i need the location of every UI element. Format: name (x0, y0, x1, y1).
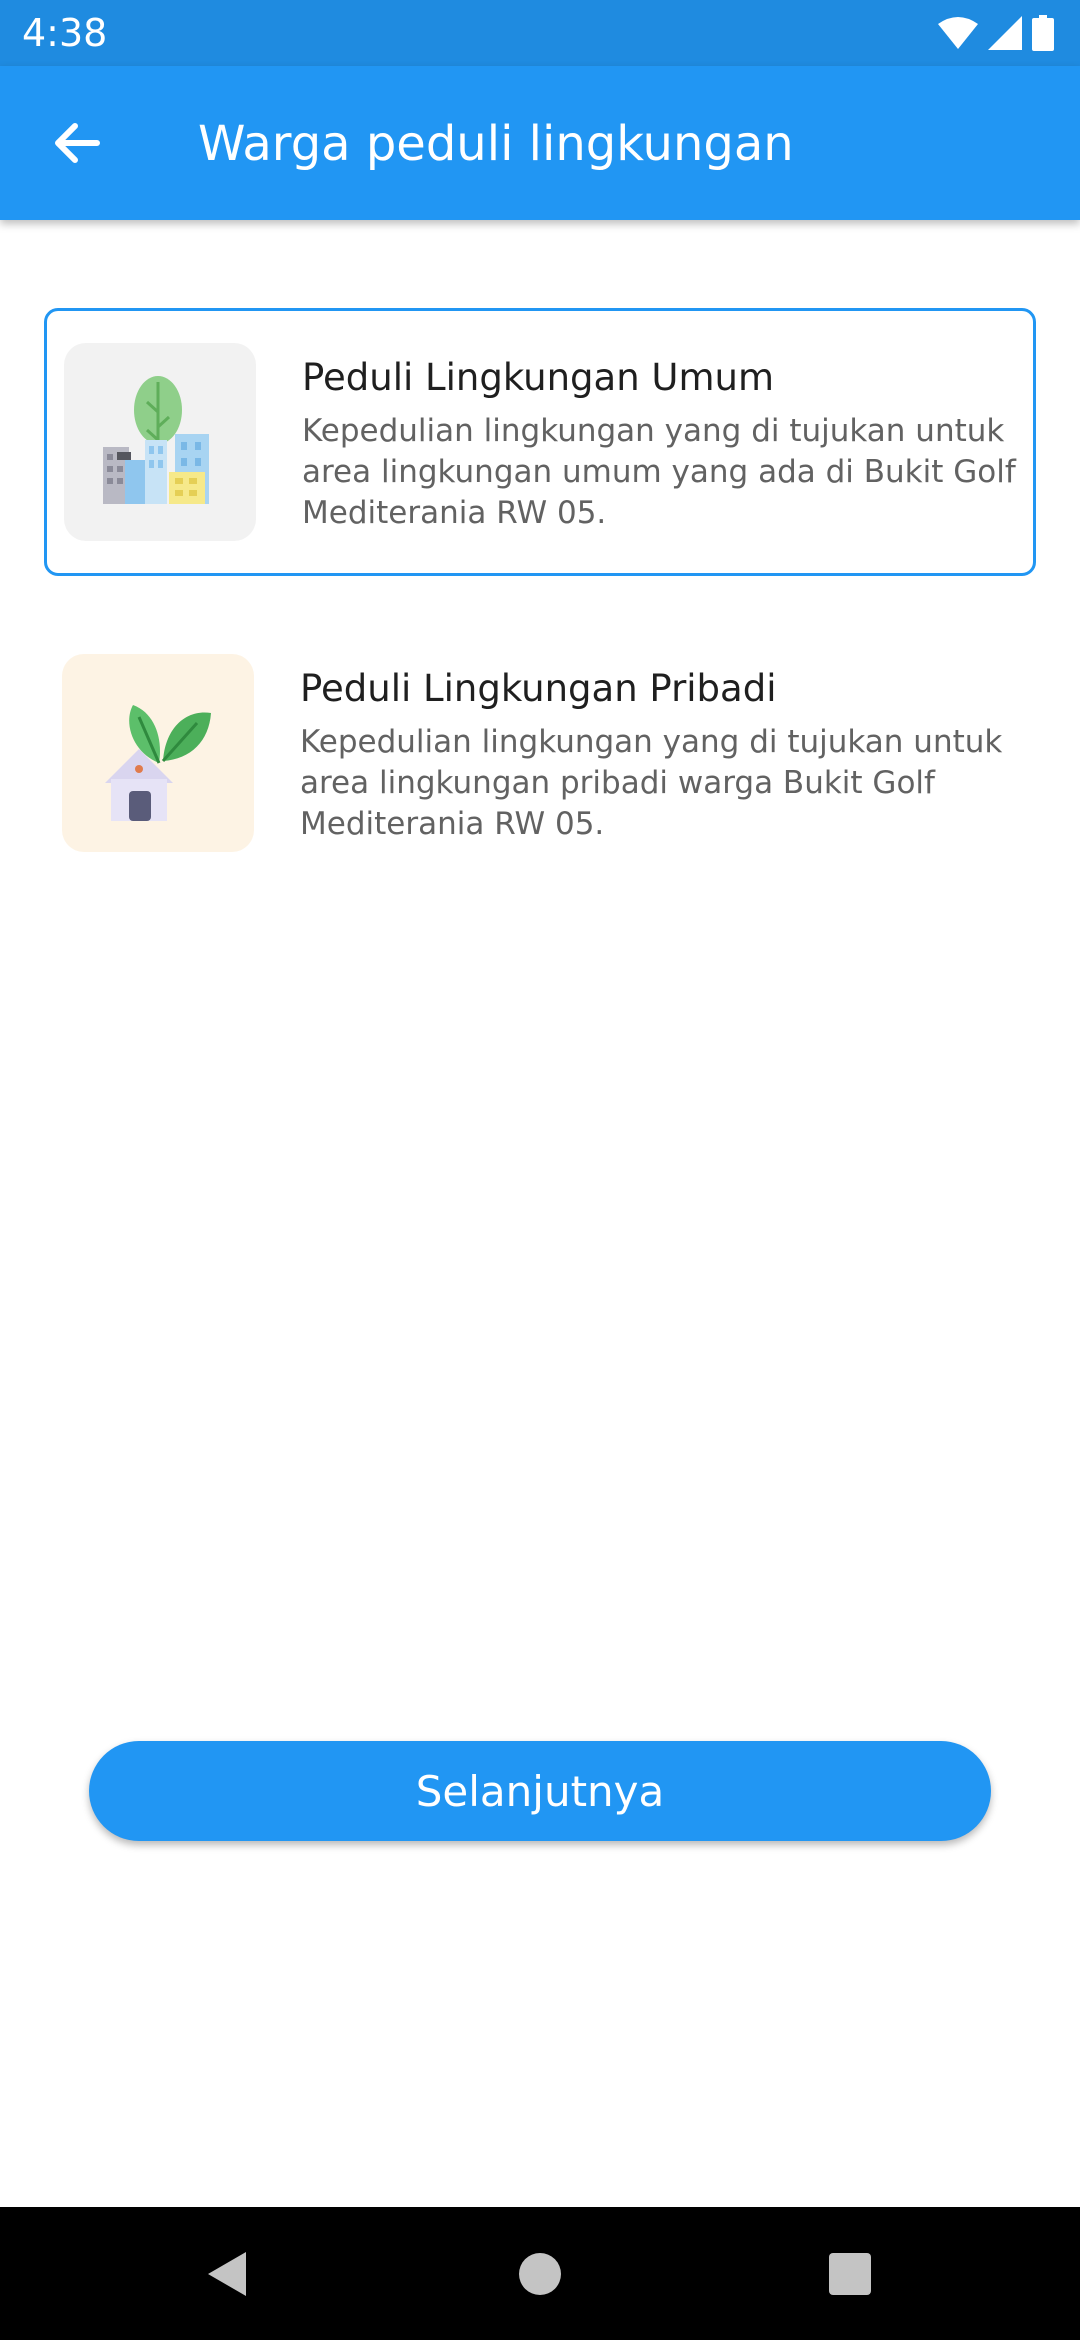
arrow-left-icon (55, 123, 100, 163)
option-card-umum[interactable]: Peduli Lingkungan Umum Kepedulian lingku… (44, 308, 1036, 576)
recents-square-icon (829, 2252, 871, 2295)
option-title: Peduli Lingkungan Pribadi (300, 667, 777, 710)
wifi-icon (938, 17, 978, 49)
house-leaf-icon (62, 654, 254, 852)
option-description: Kepedulian lingkungan yang di tujukan un… (302, 413, 1016, 531)
option-card-pribadi[interactable]: Peduli Lingkungan Pribadi Kepedulian lin… (44, 619, 1036, 887)
signal-icon (988, 16, 1022, 50)
city-tree-icon (64, 343, 256, 541)
page-title: Warga peduli lingkungan (198, 116, 794, 172)
status-time: 4:38 (22, 11, 108, 55)
nav-recents-button[interactable] (790, 2207, 910, 2340)
next-button[interactable]: Selanjutnya (89, 1741, 991, 1841)
nav-home-button[interactable] (480, 2207, 600, 2340)
status-bar: 4:38 (0, 0, 1080, 66)
battery-icon (1032, 15, 1054, 51)
option-description: Kepedulian lingkungan yang di tujukan un… (300, 724, 1003, 842)
back-button[interactable] (32, 103, 122, 183)
navigation-bar (0, 2207, 1080, 2340)
option-title: Peduli Lingkungan Umum (302, 356, 775, 399)
nav-back-button[interactable] (166, 2207, 286, 2340)
status-icons (938, 14, 1054, 52)
back-triangle-icon (208, 2251, 246, 2296)
app-bar: Warga peduli lingkungan (0, 66, 1080, 220)
home-circle-icon (519, 2252, 561, 2295)
